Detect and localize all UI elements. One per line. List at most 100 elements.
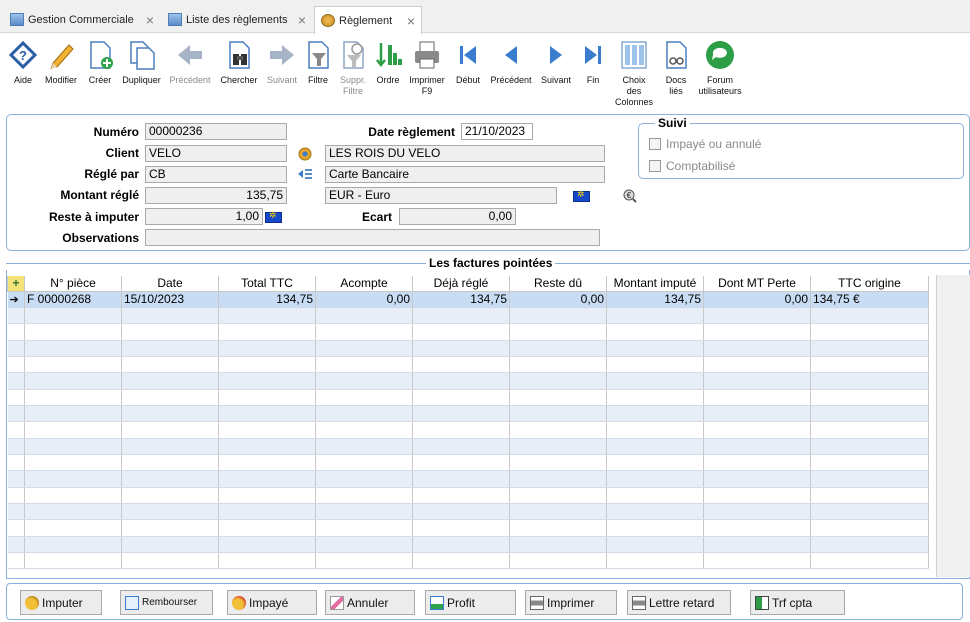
- empty-cell[interactable]: [606, 372, 704, 390]
- empty-table-row[interactable]: [7, 438, 929, 455]
- empty-cell[interactable]: [412, 405, 510, 423]
- empty-table-row[interactable]: [7, 470, 929, 488]
- comptabilise-checkbox[interactable]: Comptabilisé: [649, 159, 735, 173]
- empty-cell[interactable]: [315, 487, 413, 504]
- empty-cell[interactable]: [509, 470, 607, 488]
- empty-cell[interactable]: [121, 389, 219, 406]
- empty-cell[interactable]: [121, 307, 219, 325]
- chercher-button[interactable]: Chercher: [217, 38, 261, 86]
- client-code-field[interactable]: VELO: [145, 145, 287, 162]
- empty-cell[interactable]: [810, 470, 929, 488]
- empty-cell[interactable]: [509, 503, 607, 521]
- checkbox-box[interactable]: [649, 138, 661, 150]
- ecart-field[interactable]: 0,00: [399, 208, 516, 225]
- empty-cell[interactable]: [121, 356, 219, 374]
- empty-cell[interactable]: [412, 421, 510, 439]
- empty-cell[interactable]: [703, 454, 811, 472]
- creer-button[interactable]: Créer: [84, 38, 116, 86]
- empty-cell[interactable]: [218, 307, 316, 325]
- modifier-button[interactable]: Modifier: [41, 38, 81, 86]
- empty-cell[interactable]: [7, 421, 25, 439]
- montant-regle-field[interactable]: 135,75: [145, 187, 287, 204]
- empty-cell[interactable]: [7, 389, 25, 406]
- empty-cell[interactable]: [703, 389, 811, 406]
- empty-cell[interactable]: [218, 503, 316, 521]
- empty-cell[interactable]: [315, 356, 413, 374]
- cell-dont-mt-perte[interactable]: 0,00: [703, 291, 811, 308]
- empty-cell[interactable]: [315, 454, 413, 472]
- column-header[interactable]: TTC origine: [810, 276, 929, 292]
- empty-cell[interactable]: [509, 307, 607, 325]
- suivant-record-button[interactable]: Suivant: [263, 38, 301, 86]
- annuler-button[interactable]: Annuler: [325, 590, 415, 615]
- empty-cell[interactable]: [412, 536, 510, 554]
- empty-table-row[interactable]: [7, 340, 929, 357]
- empty-cell[interactable]: [7, 372, 25, 390]
- empty-cell[interactable]: [509, 405, 607, 423]
- column-header[interactable]: Montant imputé: [606, 276, 704, 292]
- date-reglement-field[interactable]: 21/10/2023: [461, 123, 533, 140]
- empty-cell[interactable]: [412, 487, 510, 504]
- empty-cell[interactable]: [315, 519, 413, 537]
- empty-cell[interactable]: [810, 438, 929, 455]
- empty-cell[interactable]: [315, 405, 413, 423]
- empty-table-row[interactable]: [7, 389, 929, 406]
- empty-cell[interactable]: [412, 389, 510, 406]
- close-icon[interactable]: ×: [407, 13, 415, 29]
- empty-cell[interactable]: [24, 552, 122, 570]
- empty-cell[interactable]: [7, 323, 25, 341]
- empty-cell[interactable]: [315, 340, 413, 357]
- dupliquer-button[interactable]: Dupliquer: [119, 38, 164, 86]
- empty-cell[interactable]: [218, 421, 316, 439]
- suivant-button[interactable]: Suivant: [537, 38, 575, 86]
- empty-cell[interactable]: [7, 503, 25, 521]
- empty-cell[interactable]: [24, 323, 122, 341]
- empty-cell[interactable]: [218, 323, 316, 341]
- precedent-record-button[interactable]: Précédent: [166, 38, 214, 86]
- empty-cell[interactable]: [218, 552, 316, 570]
- empty-cell[interactable]: [810, 340, 929, 357]
- tab-reglement[interactable]: Règlement ×: [314, 6, 422, 34]
- empty-cell[interactable]: [218, 438, 316, 455]
- empty-cell[interactable]: [412, 323, 510, 341]
- empty-cell[interactable]: [218, 389, 316, 406]
- empty-cell[interactable]: [121, 536, 219, 554]
- lettre-retard-button[interactable]: Lettre retard: [627, 590, 731, 615]
- empty-cell[interactable]: [412, 552, 510, 570]
- impaye-checkbox[interactable]: Impayé ou annulé: [649, 137, 761, 151]
- column-header[interactable]: Total TTC: [218, 276, 316, 292]
- devise-field[interactable]: EUR - Euro: [325, 187, 557, 204]
- empty-cell[interactable]: [810, 536, 929, 554]
- empty-table-row[interactable]: [7, 487, 929, 504]
- empty-table-row[interactable]: [7, 356, 929, 374]
- tab-gestion-commerciale[interactable]: Gestion Commerciale ×: [4, 6, 160, 33]
- empty-cell[interactable]: [810, 454, 929, 472]
- empty-cell[interactable]: [703, 470, 811, 488]
- filtre-button[interactable]: Filtre: [304, 38, 332, 86]
- empty-table-row[interactable]: [7, 405, 929, 423]
- empty-cell[interactable]: [606, 356, 704, 374]
- empty-cell[interactable]: [24, 503, 122, 521]
- empty-cell[interactable]: [121, 487, 219, 504]
- empty-cell[interactable]: [121, 503, 219, 521]
- empty-cell[interactable]: [121, 323, 219, 341]
- empty-cell[interactable]: [24, 487, 122, 504]
- empty-cell[interactable]: [810, 503, 929, 521]
- empty-cell[interactable]: [315, 323, 413, 341]
- empty-cell[interactable]: [606, 552, 704, 570]
- empty-cell[interactable]: [121, 438, 219, 455]
- reste-imputer-field[interactable]: 1,00: [145, 208, 263, 225]
- empty-cell[interactable]: [606, 421, 704, 439]
- empty-cell[interactable]: [315, 438, 413, 455]
- empty-cell[interactable]: [7, 356, 25, 374]
- empty-cell[interactable]: [810, 519, 929, 537]
- empty-cell[interactable]: [218, 519, 316, 537]
- empty-cell[interactable]: [703, 519, 811, 537]
- empty-cell[interactable]: [24, 307, 122, 325]
- empty-cell[interactable]: [606, 519, 704, 537]
- empty-cell[interactable]: [606, 536, 704, 554]
- empty-cell[interactable]: [509, 519, 607, 537]
- empty-cell[interactable]: [509, 340, 607, 357]
- empty-cell[interactable]: [315, 307, 413, 325]
- empty-cell[interactable]: [509, 536, 607, 554]
